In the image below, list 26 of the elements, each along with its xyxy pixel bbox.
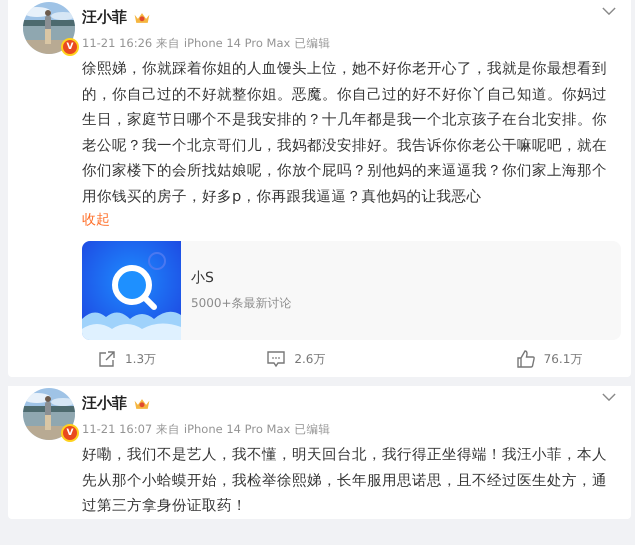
edited-label: 已编辑	[294, 36, 330, 51]
author-name[interactable]: 汪小菲	[82, 8, 127, 27]
post-source: 来自 iPhone 14 Pro Max	[156, 422, 290, 437]
verified-badge: V	[61, 424, 79, 442]
chevron-down-icon[interactable]	[602, 7, 616, 16]
post-time[interactable]: 11-21 16:07	[82, 422, 152, 437]
post-text: 好嘞，我们不是艺人，我不懂，明天回台北，我行得正坐得端！我汪小菲，本人先从那个小蛤蟆开始，我检举徐熙娣，长年服用思诺思，且不经过医生处方，通过第三方拿身份证取药！	[82, 445, 608, 516]
chevron-down-icon[interactable]	[602, 393, 616, 402]
post-source: 来自 iPhone 14 Pro Max	[156, 36, 290, 51]
action-button[interactable]: 76.1万	[516, 350, 582, 368]
share-icon	[98, 350, 116, 368]
post-text: 徐熙娣，你就踩着你姐的人血馒头上位，她不好你老开心了，我就是你最想看到的，你自己过的不好就整你姐。恶魔。你自己过的好不好你丫自己知道。你妈过生日，家庭节日哪个不是我安排的？十几年都是我一个北京孩子在台北安排。你老公呢？我一个北京哥们儿，我妈都没安排好。我告诉你你老公干嘛呢吧，就在你们家楼下的会所找姑娘呢，你放个屁吗？别他妈的来逼逼我？你们家上海那个用你钱买的房子，好多p，你再跟我逼逼？真他妈的让我恶心	[82, 59, 608, 206]
post-time[interactable]: 11-21 16:26	[82, 36, 152, 51]
topic-subtitle: 5000+条最新讨论	[191, 295, 292, 312]
crown-icon	[133, 10, 151, 24]
author-name[interactable]: 汪小菲	[82, 394, 127, 413]
action-button[interactable]: 1.3万	[98, 350, 156, 368]
topic-card[interactable]: 小S 5000+条最新讨论	[82, 241, 621, 340]
thumbs-up-icon	[516, 350, 535, 368]
action-button[interactable]: 2.6万	[267, 350, 326, 368]
crown-icon	[133, 396, 151, 410]
collapse-link[interactable]: 收起	[82, 211, 621, 229]
topic-title: 小S	[191, 269, 215, 287]
comment-icon	[267, 350, 286, 368]
verified-badge: V	[61, 38, 79, 56]
edited-label: 已编辑	[294, 422, 330, 437]
